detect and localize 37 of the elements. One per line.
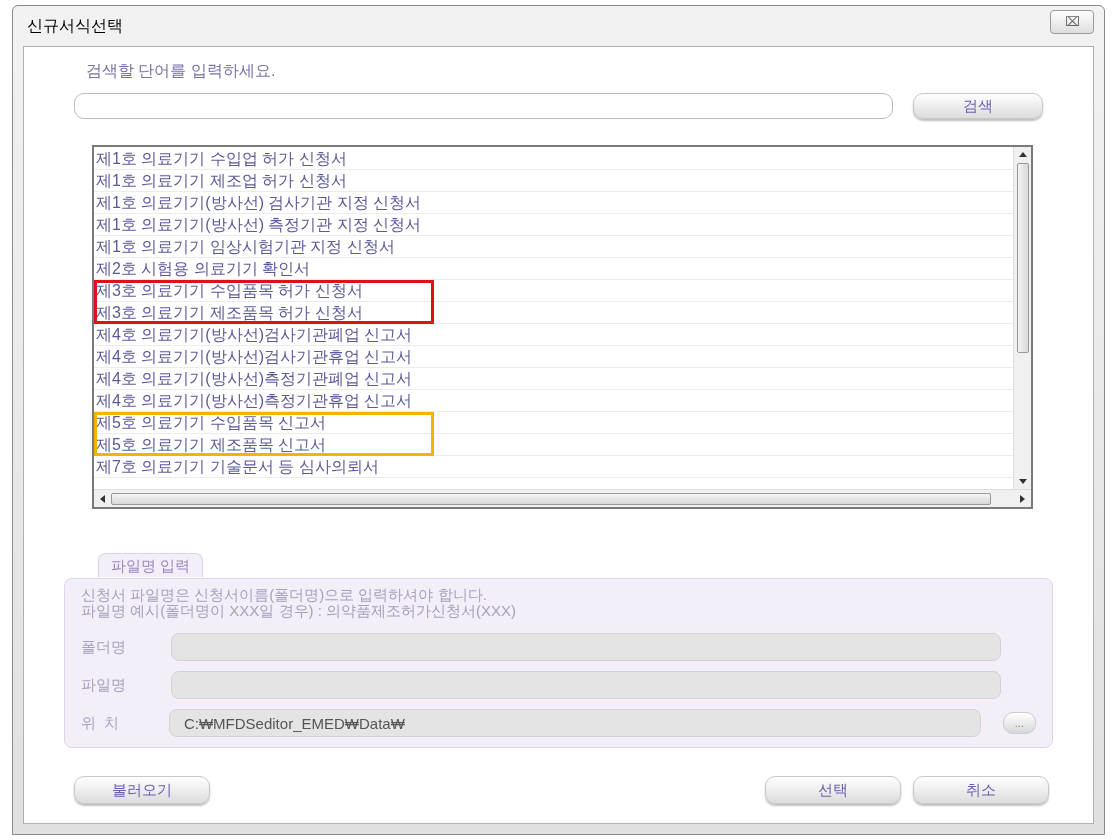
input-field[interactable] bbox=[171, 633, 1001, 661]
list-item[interactable]: 제3호 의료기기 수입품목 허가 신청서 bbox=[94, 280, 1013, 302]
search-label: 검색할 단어를 입력하세요. bbox=[86, 61, 277, 81]
input-field[interactable]: C:₩MFDSeditor_EMED₩Data₩ bbox=[168, 709, 981, 737]
select-button[interactable]: 선택 bbox=[765, 776, 901, 804]
field-label: 위 치 bbox=[81, 712, 121, 733]
list-item[interactable]: 제1호 의료기기 수입업 허가 신청서 bbox=[94, 148, 1013, 170]
load-button[interactable]: 불러오기 bbox=[74, 776, 210, 804]
list-item[interactable]: 제5호 의료기기 수입품목 신고서 bbox=[94, 412, 1013, 434]
horizontal-scrollbar[interactable] bbox=[94, 489, 1031, 507]
scroll-right-icon[interactable] bbox=[1020, 494, 1025, 503]
list-item[interactable]: 제1호 의료기기(방사선) 검사기관 지정 신청서 bbox=[94, 192, 1013, 214]
field-label: 파일명 bbox=[81, 674, 127, 695]
list-item[interactable]: 제4호 의료기기(방사선)검사기관폐업 신고서 bbox=[94, 324, 1013, 346]
search-button[interactable]: 검색 bbox=[913, 93, 1043, 119]
window-title: 신규서식선택 bbox=[26, 16, 123, 36]
list-item[interactable]: 제1호 의료기기 제조업 허가 신청서 bbox=[94, 170, 1013, 192]
list-item[interactable]: 제7호 의료기기 기술문서 등 심사의뢰서 bbox=[94, 456, 1013, 478]
scroll-up-icon[interactable] bbox=[1018, 152, 1027, 157]
list-item[interactable]: 제4호 의료기기(방사선)검사기관휴업 신고서 bbox=[94, 346, 1013, 368]
scroll-down-icon[interactable] bbox=[1018, 479, 1027, 484]
close-button[interactable]: ⌧ bbox=[1050, 10, 1094, 34]
field-label: 폴더명 bbox=[81, 636, 127, 657]
list-item[interactable]: 제4호 의료기기(방사선)측정기관폐업 신고서 bbox=[94, 368, 1013, 390]
scroll-left-icon[interactable] bbox=[100, 494, 105, 503]
vertical-scrollbar[interactable] bbox=[1013, 147, 1031, 489]
input-field[interactable] bbox=[171, 671, 1001, 699]
list-item[interactable]: 제4호 의료기기(방사선)측정기관휴업 신고서 bbox=[94, 390, 1013, 412]
list-item[interactable]: 제1호 의료기기(방사선) 측정기관 지정 신청서 bbox=[94, 214, 1013, 236]
list-item[interactable]: 제3호 의료기기 제조품목 허가 신청서 bbox=[94, 302, 1013, 324]
search-field[interactable] bbox=[74, 93, 893, 119]
hint-text: 신청서 파일명은 신청서이름(폴더명)으로 입력하셔야 합니다. bbox=[81, 587, 487, 603]
list-item[interactable]: 제2호 시험용 의료기기 확인서 bbox=[94, 258, 1013, 280]
cancel-button[interactable]: 취소 bbox=[913, 776, 1049, 804]
list-item[interactable]: 제5호 의료기기 제조품목 신고서 bbox=[94, 434, 1013, 456]
list-item[interactable]: 제1호 의료기기 임상시험기관 지정 신청서 bbox=[94, 236, 1013, 258]
hint-text: 파일명 예시(폴더명이 XXX일 경우) : 의약품제조허가신청서(XXX) bbox=[81, 603, 517, 619]
